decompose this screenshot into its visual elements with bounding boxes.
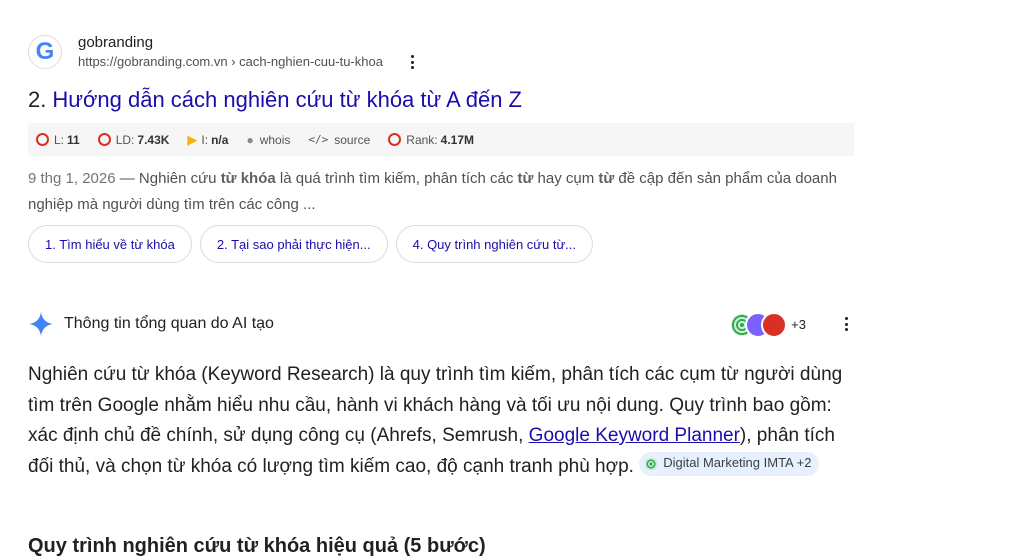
citation-label: Digital Marketing IMTA +2	[663, 455, 812, 471]
citation-source-icon	[645, 457, 658, 470]
snippet-date: 9 thg 1, 2026	[28, 170, 116, 187]
source-avatars[interactable]	[729, 311, 788, 338]
ai-overview-text: Nghiên cứu từ khóa (Keyword Research) là…	[28, 360, 858, 482]
snippet-text: là quá trình tìm kiếm, phân tích các	[275, 170, 518, 187]
snippet-bold: từ	[598, 170, 615, 187]
site-favicon[interactable]: G	[28, 35, 62, 69]
result-number: 2.	[28, 87, 47, 112]
seo-whois-label: whois	[259, 132, 291, 147]
seo-l-label: L:	[54, 132, 65, 147]
snippet-text: Nghiên cứu	[138, 170, 221, 187]
source-avatar-icon	[761, 312, 788, 338]
favicon-letter: G	[35, 38, 55, 65]
bing-icon: ▶	[187, 131, 198, 147]
ai-overview-title: Thông tin tổng quan do AI tạo	[64, 315, 274, 332]
seo-ld-label: LD:	[115, 132, 135, 147]
result-snippet: 9 thg 1, 2026 — Nghiên cứu từ khóa là qu…	[28, 166, 858, 218]
site-name[interactable]: gobranding	[78, 33, 421, 53]
google-keyword-planner-link[interactable]: Google Keyword Planner	[529, 425, 740, 446]
seo-rank-value: 4.17M	[440, 132, 474, 147]
result-more-options-icon[interactable]	[405, 53, 421, 71]
seo-circle-icon	[36, 133, 49, 146]
seo-l-value: 11	[67, 132, 80, 147]
sitelink-chip[interactable]: 4. Quy trình nghiên cứu từ...	[395, 225, 593, 263]
seo-i-label: I:	[201, 132, 209, 147]
search-result: G gobranding https://gobranding.com.vn ›…	[28, 30, 854, 263]
site-url[interactable]: https://gobranding.com.vn › cach-nghien-…	[78, 53, 383, 71]
seo-indexed[interactable]: ▶ I: n/a	[187, 132, 228, 148]
seo-linking-domains[interactable]: LD: 7.43K	[97, 132, 170, 147]
ai-spark-icon	[29, 312, 53, 336]
seo-whois[interactable]: ● whois	[246, 133, 290, 147]
seo-source[interactable]: </> source	[308, 133, 370, 147]
citation-chip[interactable]: Digital Marketing IMTA +2	[639, 451, 820, 476]
seo-circle-icon	[388, 133, 402, 146]
result-title-link[interactable]: Hướng dẫn cách nghiên cứu từ khóa từ A đ…	[52, 85, 522, 115]
sitelink-chips: 1. Tìm hiểu về từ khóa 2. Tại sao phải t…	[28, 225, 854, 263]
sitelink-chip[interactable]: 2. Tại sao phải thực hiện...	[199, 225, 388, 263]
ai-overview: Thông tin tổng quan do AI tạo +3 Nghiên …	[28, 308, 854, 482]
seo-rank-label: Rank:	[406, 132, 438, 147]
result-title: 2. Hướng dẫn cách nghiên cứu từ khóa từ …	[28, 85, 854, 115]
ai-overview-sources: +3	[729, 311, 854, 338]
snippet-bold: từ khóa	[220, 170, 276, 187]
code-icon: </>	[308, 133, 329, 146]
snippet-dash: —	[115, 170, 139, 187]
site-info: gobranding https://gobranding.com.vn › c…	[78, 33, 421, 71]
snippet-text: hay cụm	[533, 170, 599, 187]
sitelink-chip[interactable]: 1. Tìm hiểu về từ khóa	[28, 225, 192, 263]
site-url-row: https://gobranding.com.vn › cach-nghien-…	[78, 53, 421, 71]
seo-toolbar: L: 11 LD: 7.43K ▶ I: n/a ● whois </> sou…	[28, 123, 854, 156]
ai-more-options-icon[interactable]	[838, 315, 854, 333]
site-header: G gobranding https://gobranding.com.vn ›…	[28, 30, 854, 74]
seo-source-label: source	[334, 132, 371, 147]
snippet-bold: từ	[517, 170, 534, 187]
seo-circle-icon	[97, 133, 111, 146]
more-sources-count[interactable]: +3	[791, 317, 806, 332]
person-icon: ●	[246, 132, 254, 147]
seo-ld-value: 7.43K	[137, 132, 170, 147]
seo-links[interactable]: L: 11	[36, 133, 80, 147]
seo-i-value: n/a	[211, 132, 229, 147]
seo-rank[interactable]: Rank: 4.17M	[388, 133, 474, 147]
ai-overview-header: Thông tin tổng quan do AI tạo +3	[28, 308, 854, 340]
